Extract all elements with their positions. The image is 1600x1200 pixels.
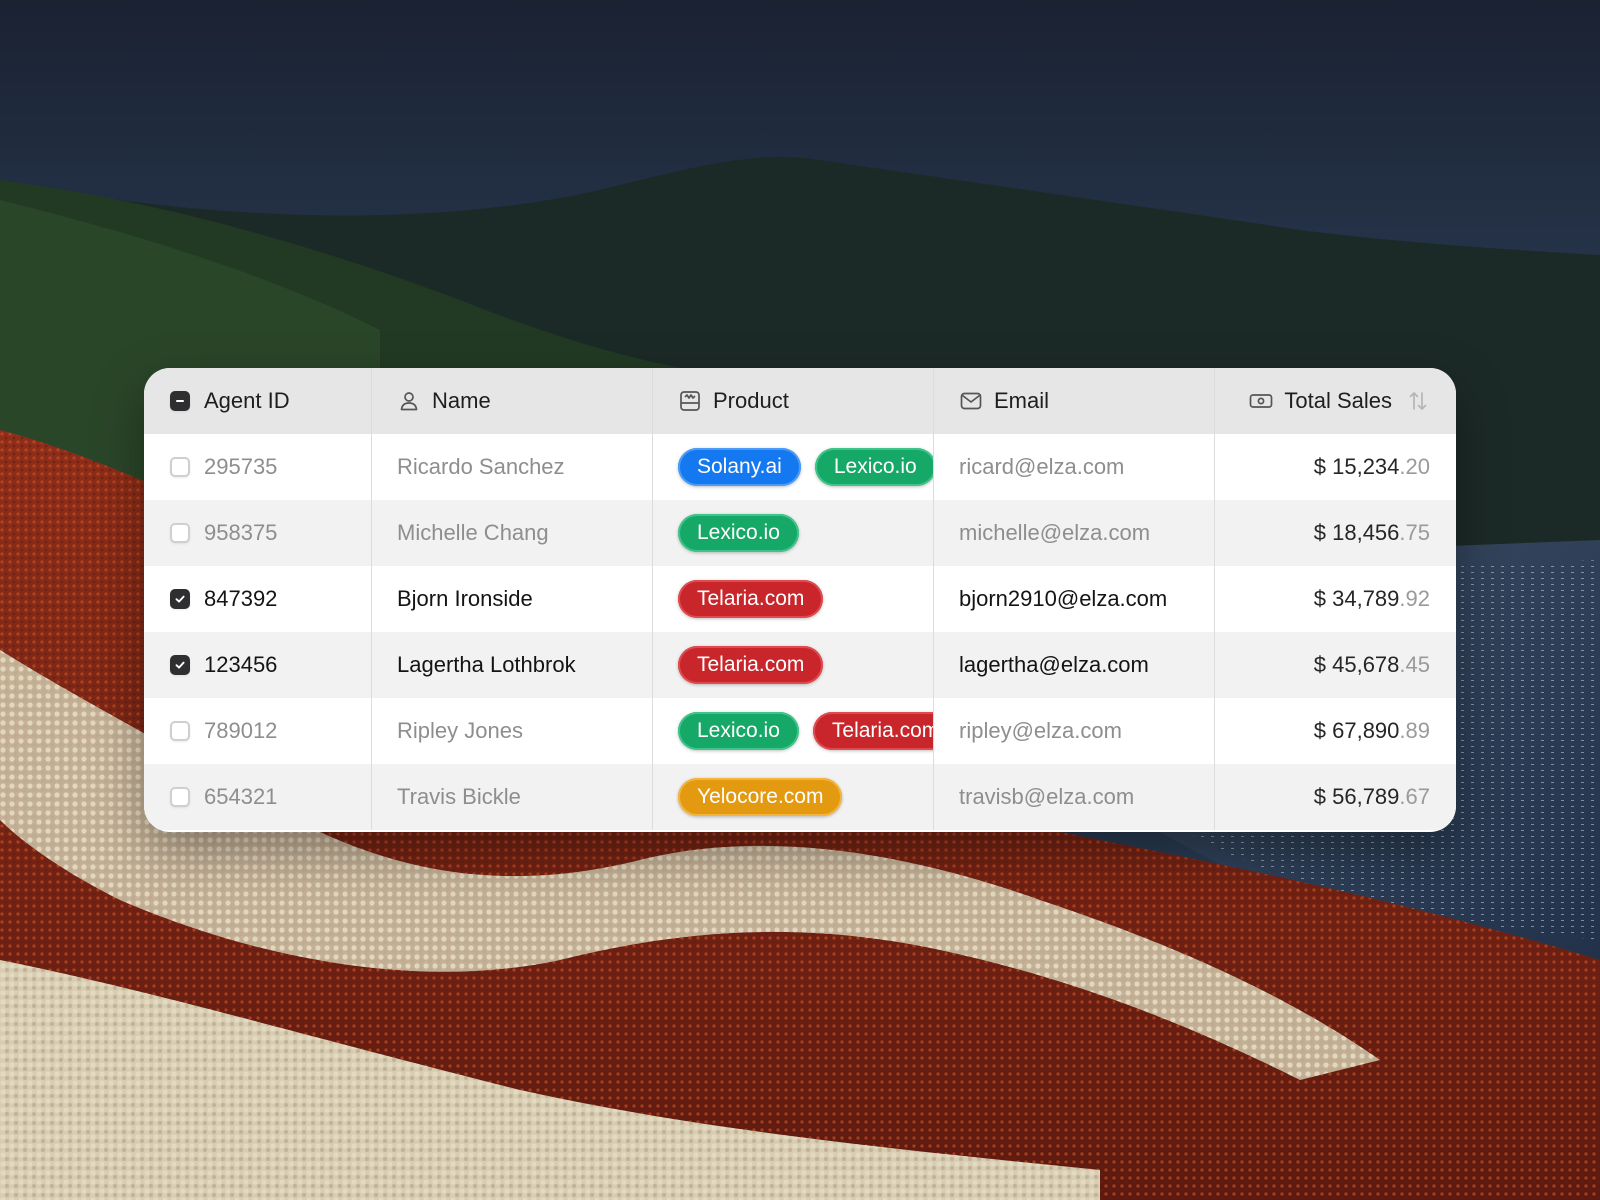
- product-tag[interactable]: Telaria.com: [678, 646, 824, 684]
- table-row[interactable]: 654321 Travis Bickle Yelocore.com travisb@e…: [144, 764, 1456, 830]
- column-header-total-sales[interactable]: Total Sales: [1215, 368, 1456, 434]
- row-checkbox[interactable]: [170, 589, 190, 609]
- sales-dollars: $ 15,234: [1313, 454, 1400, 479]
- table-row[interactable]: 789012 Ripley Jones Lexico.io Telaria.com ri…: [144, 698, 1456, 764]
- agent-id: 654321: [204, 784, 278, 809]
- email-cell: ripley@elza.com: [934, 698, 1215, 764]
- column-label-total-sales: Total Sales: [1284, 388, 1392, 413]
- agent-email: travisb@elza.com: [959, 784, 1135, 809]
- agent-name: Ripley Jones: [397, 718, 523, 743]
- row-checkbox[interactable]: [170, 721, 190, 741]
- name-cell: Lagertha Lothbrok: [372, 632, 653, 698]
- total-sales-cell: $ 34,789.92: [1215, 566, 1456, 632]
- sales-dollars: $ 67,890: [1313, 718, 1400, 743]
- total-sales-cell: $ 56,789.67: [1215, 764, 1456, 830]
- total-sales-cell: $ 45,678.45: [1215, 632, 1456, 698]
- sales-cents: .92: [1399, 586, 1430, 611]
- column-header-name[interactable]: Name: [372, 368, 653, 434]
- product-tag[interactable]: Telaria.com: [678, 580, 824, 618]
- product-cell: Lexico.io: [653, 500, 934, 566]
- agent-id: 295735: [204, 454, 278, 479]
- name-cell: Travis Bickle: [372, 764, 653, 830]
- agent-email: michelle@elza.com: [959, 520, 1151, 545]
- column-label-name: Name: [432, 388, 491, 413]
- product-cell: Telaria.com: [653, 632, 934, 698]
- product-cell: Lexico.io Telaria.com: [653, 698, 934, 764]
- storefront-icon: [678, 389, 702, 413]
- sales-cents: .45: [1399, 652, 1430, 677]
- agent-email: ripley@elza.com: [959, 718, 1122, 743]
- row-checkbox[interactable]: [170, 655, 190, 675]
- table-row[interactable]: 123456 Lagertha Lothbrok Telaria.com lagert…: [144, 632, 1456, 698]
- agent-id: 789012: [204, 718, 278, 743]
- agent-id-cell: 654321: [144, 764, 372, 830]
- sales-dollars: $ 45,678: [1313, 652, 1400, 677]
- sales-agents-table: Agent ID Name Product Email Total Sales …: [144, 368, 1456, 832]
- table-body: 295735 Ricardo Sanchez Solany.ai Lexico.io r…: [144, 434, 1456, 830]
- select-all-checkbox[interactable]: [170, 391, 190, 411]
- sales-cents: .20: [1399, 454, 1430, 479]
- email-cell: michelle@elza.com: [934, 500, 1215, 566]
- email-cell: lagertha@elza.com: [934, 632, 1215, 698]
- agent-id: 123456: [204, 652, 278, 677]
- table-row[interactable]: 847392 Bjorn Ironside Telaria.com bjorn2910…: [144, 566, 1456, 632]
- sales-cents: .67: [1399, 784, 1430, 809]
- product-cell: Solany.ai Lexico.io: [653, 434, 934, 500]
- column-label-agent-id: Agent ID: [204, 388, 290, 413]
- product-cell: Yelocore.com: [653, 764, 934, 830]
- product-tag[interactable]: Lexico.io: [678, 514, 799, 552]
- table-header-row: Agent ID Name Product Email Total Sales: [144, 368, 1456, 434]
- agent-id-cell: 958375: [144, 500, 372, 566]
- sales-cents: .89: [1399, 718, 1430, 743]
- total-sales-cell: $ 67,890.89: [1215, 698, 1456, 764]
- column-label-product: Product: [713, 388, 789, 413]
- agent-email: bjorn2910@elza.com: [959, 586, 1168, 611]
- agent-id: 847392: [204, 586, 278, 611]
- sales-dollars: $ 18,456: [1313, 520, 1400, 545]
- agent-name: Bjorn Ironside: [397, 586, 533, 611]
- agent-name: Lagertha Lothbrok: [397, 652, 576, 677]
- total-sales-cell: $ 15,234.20: [1215, 434, 1456, 500]
- total-sales-cell: $ 18,456.75: [1215, 500, 1456, 566]
- sales-cents: .75: [1399, 520, 1430, 545]
- email-cell: bjorn2910@elza.com: [934, 566, 1215, 632]
- agent-email: ricard@elza.com: [959, 454, 1125, 479]
- product-tag[interactable]: Lexico.io: [814, 448, 933, 486]
- name-cell: Michelle Chang: [372, 500, 653, 566]
- product-tag[interactable]: Yelocore.com: [678, 778, 843, 816]
- name-cell: Ripley Jones: [372, 698, 653, 764]
- name-cell: Bjorn Ironside: [372, 566, 653, 632]
- row-checkbox[interactable]: [170, 787, 190, 807]
- agent-id: 958375: [204, 520, 278, 545]
- agent-id-cell: 789012: [144, 698, 372, 764]
- agent-email: lagertha@elza.com: [959, 652, 1149, 677]
- column-label-email: Email: [994, 388, 1050, 413]
- row-checkbox[interactable]: [170, 457, 190, 477]
- agent-name: Travis Bickle: [397, 784, 521, 809]
- name-cell: Ricardo Sanchez: [372, 434, 653, 500]
- envelope-icon: [959, 389, 983, 413]
- email-cell: travisb@elza.com: [934, 764, 1215, 830]
- agent-id-cell: 295735: [144, 434, 372, 500]
- table-row[interactable]: 295735 Ricardo Sanchez Solany.ai Lexico.io r…: [144, 434, 1456, 500]
- table-row[interactable]: 958375 Michelle Chang Lexico.io michelle@el…: [144, 500, 1456, 566]
- column-header-email[interactable]: Email: [934, 368, 1215, 434]
- product-tag[interactable]: Lexico.io: [678, 712, 799, 750]
- person-icon: [397, 389, 421, 413]
- product-cell: Telaria.com: [653, 566, 934, 632]
- agent-name: Michelle Chang: [397, 520, 549, 545]
- sales-dollars: $ 56,789: [1313, 784, 1400, 809]
- product-tag[interactable]: Solany.ai: [678, 448, 801, 486]
- banknote-icon: [1249, 389, 1273, 413]
- column-header-product[interactable]: Product: [653, 368, 934, 434]
- sort-arrows-icon[interactable]: [1406, 389, 1430, 413]
- column-header-agent-id[interactable]: Agent ID: [144, 368, 372, 434]
- agent-id-cell: 123456: [144, 632, 372, 698]
- row-checkbox[interactable]: [170, 523, 190, 543]
- email-cell: ricard@elza.com: [934, 434, 1215, 500]
- product-tag[interactable]: Telaria.com: [812, 712, 933, 750]
- agent-name: Ricardo Sanchez: [397, 454, 565, 479]
- sales-dollars: $ 34,789: [1313, 586, 1400, 611]
- agent-id-cell: 847392: [144, 566, 372, 632]
